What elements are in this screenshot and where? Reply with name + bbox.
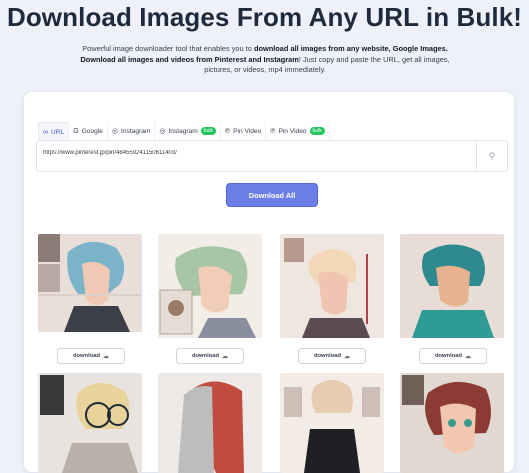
download-label: download — [191, 353, 220, 359]
cloud-download-icon: ☁ — [222, 353, 229, 360]
tab-label: Pin Video — [278, 127, 307, 135]
image-thumbnail[interactable] — [400, 234, 504, 338]
tab-pin-video[interactable]: ℗ Pin Video — [221, 122, 267, 140]
instagram-icon: ◎ — [159, 128, 166, 135]
tab-label: Pin Video — [233, 127, 262, 135]
image-thumbnail[interactable] — [400, 373, 504, 473]
link-icon: ∞ — [43, 128, 48, 136]
pinterest-icon: ℗ — [270, 127, 276, 135]
tab-google[interactable]: G Google — [69, 122, 108, 140]
download-label: download — [72, 353, 101, 359]
download-button[interactable]: download ☁ — [419, 348, 487, 364]
image-thumbnail[interactable] — [158, 373, 262, 473]
downloader-card: ∞ URL G Google ◎ Instagram ◎ Instagram b… — [24, 92, 514, 473]
tab-label: Instagram — [121, 127, 151, 135]
tab-label: Instagram — [168, 127, 198, 135]
search-icon: ⚲ — [488, 150, 496, 161]
hero-subtitle-part: Powerful image downloader tool that enab… — [82, 44, 254, 53]
image-thumbnail[interactable] — [280, 234, 384, 338]
download-button[interactable]: download ☁ — [57, 348, 125, 364]
download-all-button[interactable]: Download All — [226, 183, 318, 207]
tab-label: URL — [51, 128, 65, 136]
hero-title: Download Images From Any URL in Bulk! — [6, 2, 523, 32]
image-thumbnail[interactable] — [38, 373, 142, 473]
cloud-download-icon: ☁ — [344, 353, 351, 360]
url-field: ⚲ — [36, 140, 508, 172]
url-input[interactable] — [41, 149, 465, 157]
google-icon: G — [73, 127, 79, 135]
download-label: download — [434, 353, 463, 359]
bulk-badge: bulk — [200, 127, 216, 135]
hero-subtitle: Powerful image downloader tool that enab… — [70, 44, 460, 76]
download-label: download — [313, 353, 342, 359]
tab-bar: ∞ URL G Google ◎ Instagram ◎ Instagram b… — [38, 122, 410, 141]
cloud-download-icon: ☁ — [465, 353, 472, 360]
image-thumbnail[interactable] — [38, 234, 142, 332]
tab-url[interactable]: ∞ URL — [38, 122, 70, 141]
image-thumbnail[interactable] — [280, 373, 384, 473]
tab-label: Google — [81, 127, 103, 135]
download-button[interactable]: download ☁ — [176, 348, 244, 364]
bulk-badge: bulk — [309, 127, 325, 135]
pinterest-icon: ℗ — [224, 127, 231, 135]
image-thumbnail[interactable] — [158, 234, 262, 338]
search-button[interactable]: ⚲ — [476, 141, 507, 171]
cloud-download-icon: ☁ — [103, 353, 110, 360]
instagram-icon: ◎ — [111, 128, 119, 135]
download-button[interactable]: download ☁ — [298, 348, 366, 364]
tab-pin-video-bulk[interactable]: ℗ Pin Video bulk — [266, 122, 330, 140]
tab-instagram-bulk[interactable]: ◎ Instagram bulk — [155, 122, 221, 140]
tab-instagram[interactable]: ◎ Instagram — [108, 122, 156, 140]
